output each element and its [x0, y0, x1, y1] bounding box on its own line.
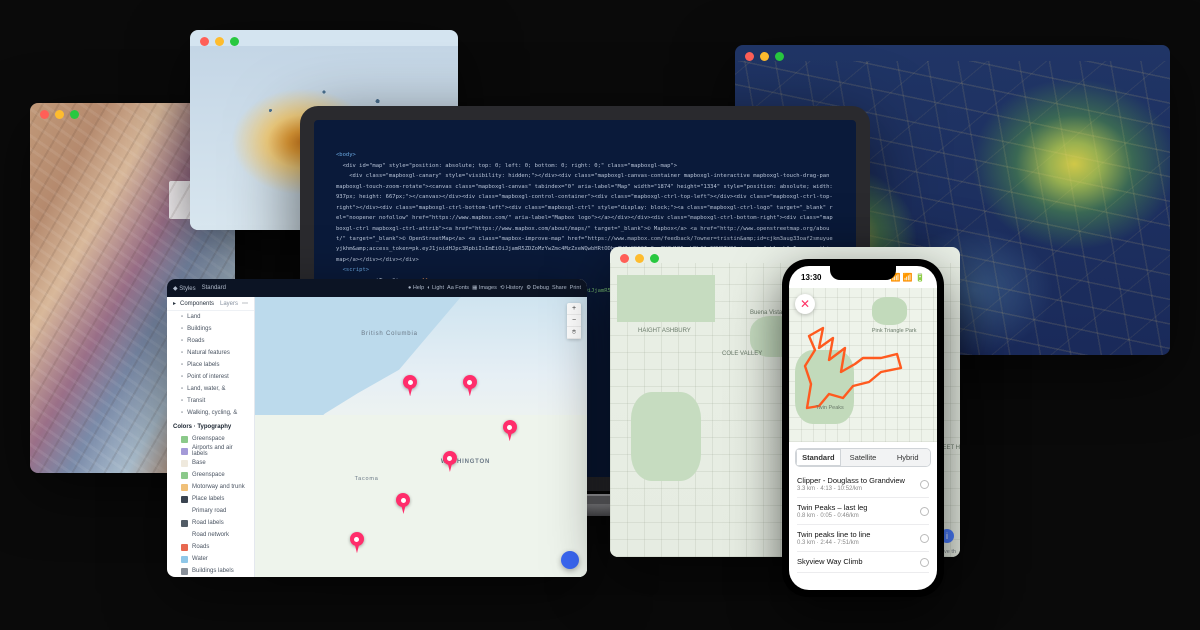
status-time: 13:30	[801, 273, 821, 282]
color-item[interactable]: Road network	[167, 529, 254, 541]
colors-section[interactable]: Colors · Typography	[167, 421, 254, 433]
route-list: Clipper - Douglass to Grandview3.3 km · …	[789, 471, 937, 573]
color-item[interactable]: Airports and air labels	[167, 445, 254, 457]
color-item[interactable]: Roads	[167, 541, 254, 553]
color-item[interactable]: Greenspace	[167, 469, 254, 481]
route-line	[789, 288, 937, 442]
route-row[interactable]: Twin Peaks – last leg0.8 km · 0:05 - 0:4…	[797, 498, 929, 525]
component-item[interactable]: ▫ Roads	[167, 335, 254, 347]
component-item[interactable]: ▫ Place labels	[167, 359, 254, 371]
component-item[interactable]: ▫ Point of interest	[167, 371, 254, 383]
route-row[interactable]: Skyview Way Climb	[797, 552, 929, 573]
route-row[interactable]: Clipper - Douglass to Grandview3.3 km · …	[797, 471, 929, 498]
studio-map-canvas[interactable]: WASHINGTON British Columbia Tacoma +−⌾	[255, 297, 587, 577]
component-item[interactable]: ▫ Transit	[167, 395, 254, 407]
studio-fab[interactable]	[561, 551, 579, 569]
component-list: ▫ Land ▫ Buildings ▫ Roads ▫ Natural fea…	[167, 311, 254, 419]
color-item[interactable]: Base	[167, 457, 254, 469]
color-list: GreenspaceAirports and air labelsBaseGre…	[167, 433, 254, 577]
component-item[interactable]: ▫ Natural features	[167, 347, 254, 359]
studio-topbar: ◆ Styles Standard ● Help ◐ Light Aa Font…	[167, 279, 587, 297]
topbar-actions[interactable]: ● Help ◐ Light Aa Fonts ▦ Images ⟲ Histo…	[408, 285, 581, 291]
route-row[interactable]: Twin peaks line to line0.3 km · 2:44 - 7…	[797, 525, 929, 552]
component-item[interactable]: ▫ Land, water, &	[167, 383, 254, 395]
zoom-controls[interactable]: +−⌾	[567, 303, 581, 339]
color-item[interactable]: Water	[167, 553, 254, 565]
mapbox-studio-window: ◆ Styles Standard ● Help ◐ Light Aa Font…	[167, 279, 587, 577]
color-item[interactable]: Place labels	[167, 493, 254, 505]
phone-device: 13:30 📶 📶 🔋 ✕ Twin Peaks Pink Triangle P…	[782, 259, 944, 597]
segment-hybrid[interactable]: Hybrid	[885, 449, 930, 466]
segment-satellite[interactable]: Satellite	[841, 449, 886, 466]
color-item[interactable]: Greenspace	[167, 433, 254, 445]
status-indicators: 📶 📶 🔋	[891, 273, 925, 282]
style-name: Standard	[202, 285, 226, 291]
components-tab[interactable]: ▸ ComponentsLayers ⋯	[167, 297, 254, 311]
component-item[interactable]: ▫ Land	[167, 311, 254, 323]
window-traffic-lights	[40, 110, 79, 119]
map-style-segmented[interactable]: Standard Satellite Hybrid	[795, 448, 931, 467]
color-item[interactable]: Road labels	[167, 517, 254, 529]
color-item[interactable]: Buildings labels	[167, 565, 254, 577]
component-item[interactable]: ▫ Walking, cycling, &	[167, 407, 254, 419]
segment-standard[interactable]: Standard	[796, 449, 841, 466]
component-item[interactable]: ▫ Buildings	[167, 323, 254, 335]
color-item[interactable]: Motorway and trunk	[167, 481, 254, 493]
styles-link[interactable]: ◆ Styles	[173, 285, 196, 292]
color-item[interactable]: Primary road	[167, 505, 254, 517]
studio-sidebar: ▸ ComponentsLayers ⋯ ▫ Land ▫ Buildings …	[167, 297, 255, 577]
phone-map[interactable]: ✕ Twin Peaks Pink Triangle Park	[789, 288, 937, 442]
